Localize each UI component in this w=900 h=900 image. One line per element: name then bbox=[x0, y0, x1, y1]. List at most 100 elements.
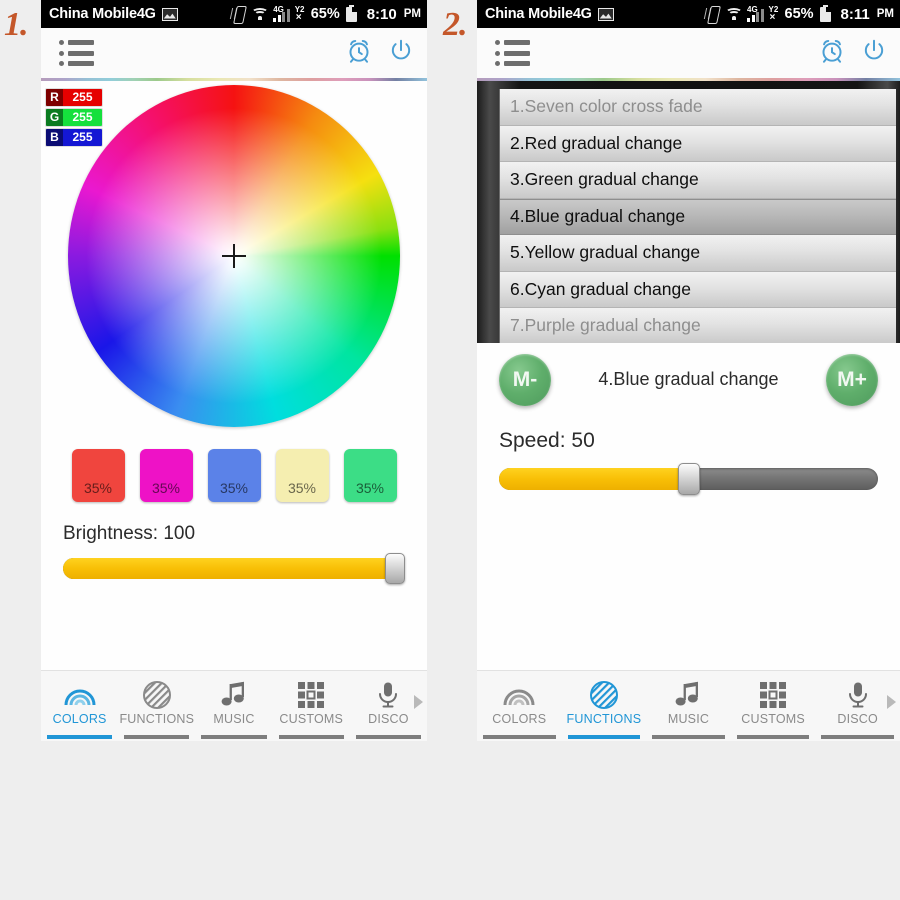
functions-tab-content: 1.Seven color cross fade 2.Red gradual c… bbox=[477, 81, 900, 670]
tab-overflow-arrow-icon[interactable] bbox=[887, 695, 896, 709]
battery-label: 65% bbox=[784, 6, 814, 22]
mode-list-item[interactable]: 5.Yellow gradual change bbox=[500, 235, 896, 272]
tab-music[interactable]: MUSIC bbox=[646, 671, 731, 741]
vibrate-icon bbox=[233, 6, 246, 23]
crosshair-marker[interactable] bbox=[222, 244, 246, 268]
tab-underline bbox=[652, 735, 725, 739]
carrier-label: China Mobile4G bbox=[49, 6, 156, 22]
tab-label: COLORS bbox=[492, 712, 547, 726]
brightness-fill bbox=[63, 558, 399, 579]
tab-label: MUSIC bbox=[667, 712, 710, 726]
microphone-icon bbox=[846, 678, 870, 712]
signal-icon: 4G bbox=[747, 5, 764, 22]
swatch-percent: 35% bbox=[83, 480, 113, 496]
alarm-clock-icon[interactable] bbox=[818, 37, 846, 70]
network-type-label: 4G bbox=[273, 4, 284, 14]
swatch-percent: 35% bbox=[219, 480, 249, 496]
status-icons: 4G Y2 × 65% 8:10 PM bbox=[233, 4, 421, 23]
swatch-percent: 35% bbox=[355, 480, 385, 496]
music-note-icon bbox=[675, 678, 701, 712]
mode-list-item[interactable]: 7.Purple gradual change bbox=[500, 308, 896, 343]
tab-label: DISCO bbox=[837, 712, 878, 726]
preset-swatch[interactable]: 35% bbox=[71, 449, 125, 502]
tab-underline bbox=[567, 735, 641, 739]
mode-list-item[interactable]: 6.Cyan gradual change bbox=[500, 271, 896, 308]
tab-underline bbox=[47, 735, 113, 739]
preset-swatch[interactable]: 35% bbox=[275, 449, 329, 502]
wifi-icon bbox=[725, 7, 743, 21]
app-header bbox=[41, 28, 427, 78]
tab-label: CUSTOMS bbox=[279, 712, 344, 726]
speed-fill bbox=[499, 468, 689, 490]
tab-underline bbox=[201, 735, 267, 739]
tab-colors[interactable]: COLORS bbox=[41, 671, 118, 741]
mode-list-frame: 1.Seven color cross fade 2.Red gradual c… bbox=[477, 81, 900, 343]
tab-label: DISCO bbox=[368, 712, 409, 726]
mode-next-button[interactable]: M+ bbox=[826, 354, 878, 406]
sim2-icon: Y2 × bbox=[295, 5, 306, 23]
phone-screenshot-functions: China Mobile4G 4G Y2 × 65% 8:11 PM 1.Sev… bbox=[477, 0, 900, 741]
preset-swatch[interactable]: 35% bbox=[139, 449, 193, 502]
tab-label: MUSIC bbox=[213, 712, 255, 726]
mode-controls: M- 4.Blue gradual change M+ bbox=[477, 349, 900, 421]
brightness-thumb[interactable] bbox=[385, 553, 405, 584]
list-menu-icon[interactable] bbox=[495, 40, 531, 66]
power-icon[interactable] bbox=[387, 37, 415, 70]
screenshot-page: 1. 2. China Mobile4G 4G Y2 × 65% 8:10 PM… bbox=[0, 0, 900, 900]
striped-circle-icon bbox=[142, 678, 172, 712]
colors-tab-content: R 255 G 255 B 255 35% 35% 35% 35% 35% Br… bbox=[41, 81, 427, 670]
preset-swatch[interactable]: 35% bbox=[207, 449, 261, 502]
striped-circle-icon bbox=[589, 678, 619, 712]
mode-list-item[interactable]: 2.Red gradual change bbox=[500, 125, 896, 162]
tab-music[interactable]: MUSIC bbox=[195, 671, 272, 741]
mode-list[interactable]: 1.Seven color cross fade 2.Red gradual c… bbox=[499, 89, 896, 343]
battery-icon bbox=[345, 4, 357, 22]
tab-functions[interactable]: FUNCTIONS bbox=[562, 671, 647, 741]
tab-underline bbox=[124, 735, 190, 739]
tab-underline bbox=[483, 735, 556, 739]
preset-swatch-row: 35% 35% 35% 35% 35% bbox=[41, 449, 427, 502]
mode-list-item-selected[interactable]: 4.Blue gradual change bbox=[500, 198, 896, 235]
tab-colors[interactable]: COLORS bbox=[477, 671, 562, 741]
header-actions bbox=[345, 37, 415, 70]
grid-icon bbox=[759, 678, 787, 712]
battery-icon bbox=[819, 4, 831, 22]
clock-ampm: PM bbox=[876, 8, 894, 20]
mode-list-item[interactable]: 1.Seven color cross fade bbox=[500, 89, 896, 126]
brightness-label: Brightness: 100 bbox=[63, 523, 196, 544]
signal-icon: 4G bbox=[273, 4, 290, 22]
status-icons: 4G Y2 × 65% 8:11 PM bbox=[707, 4, 894, 23]
tab-underline bbox=[355, 735, 422, 739]
bottom-tab-bar: COLORS FUNCTIONS MUSIC CUSTOMS DISCO bbox=[41, 670, 427, 741]
picture-icon bbox=[597, 7, 614, 21]
tab-functions[interactable]: FUNCTIONS bbox=[118, 671, 195, 741]
speed-slider[interactable] bbox=[499, 463, 878, 495]
bottom-tab-bar: COLORS FUNCTIONS MUSIC CUSTOMS DISCO bbox=[477, 670, 900, 741]
status-bar: China Mobile4G 4G Y2 × 65% 8:11 PM bbox=[477, 0, 900, 28]
color-wheel-area bbox=[41, 85, 427, 445]
sim2-no-signal: × bbox=[295, 12, 302, 23]
wifi-icon bbox=[251, 7, 269, 21]
tab-customs[interactable]: CUSTOMS bbox=[731, 671, 816, 741]
tab-customs[interactable]: CUSTOMS bbox=[273, 671, 350, 741]
list-menu-icon[interactable] bbox=[59, 40, 95, 66]
sim2-icon: Y2 × bbox=[769, 5, 780, 23]
tab-overflow-arrow-icon[interactable] bbox=[414, 695, 423, 709]
tab-underline bbox=[278, 735, 344, 739]
tab-label: FUNCTIONS bbox=[566, 712, 642, 726]
tab-label: COLORS bbox=[52, 712, 107, 726]
picture-icon bbox=[161, 7, 178, 21]
phone-screenshot-colors: China Mobile4G 4G Y2 × 65% 8:10 PM R 255… bbox=[41, 0, 427, 741]
tab-underline bbox=[821, 735, 894, 739]
color-wheel[interactable] bbox=[68, 85, 400, 427]
speed-thumb[interactable] bbox=[677, 463, 700, 495]
power-icon[interactable] bbox=[860, 37, 888, 70]
brightness-slider[interactable] bbox=[63, 553, 405, 584]
speed-label: Speed: 50 bbox=[499, 429, 595, 452]
alarm-clock-icon[interactable] bbox=[345, 37, 373, 70]
mode-list-item[interactable]: 3.Green gradual change bbox=[500, 162, 896, 199]
carrier-label: China Mobile4G bbox=[485, 6, 592, 22]
preset-swatch[interactable]: 35% bbox=[343, 449, 397, 502]
annotation-marker-1: 1. bbox=[4, 6, 28, 43]
clock-ampm: PM bbox=[403, 8, 421, 20]
